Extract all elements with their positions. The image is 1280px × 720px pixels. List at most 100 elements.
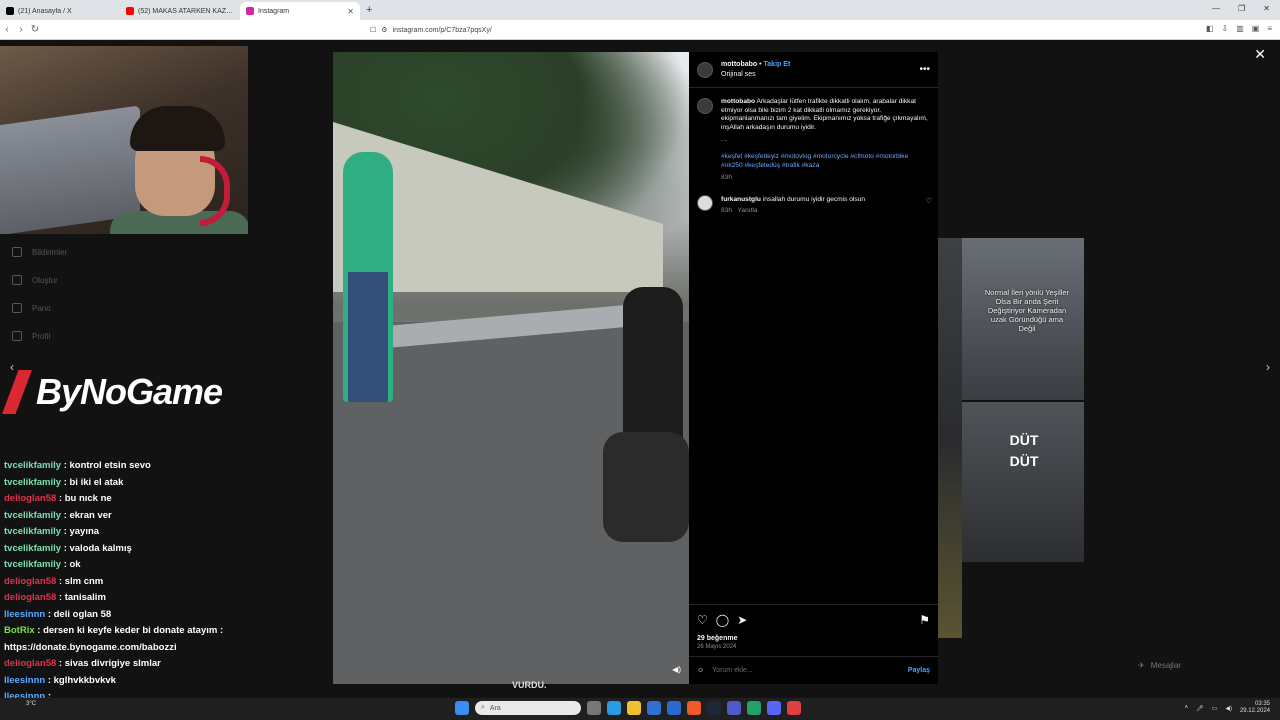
next-post-arrow-icon[interactable]: › <box>1266 360 1270 374</box>
close-tab-icon[interactable]: ✕ <box>347 7 354 16</box>
chat-username[interactable]: delioglan58 <box>4 592 56 603</box>
sidebar-item-dashboard[interactable]: Pano <box>12 294 67 322</box>
chat-username[interactable]: delioglan58 <box>4 658 56 669</box>
hair-shape <box>130 106 225 151</box>
youtube-favicon-icon <box>126 7 134 15</box>
tab-youtube[interactable]: (52) MAKAS ATARKEN KAZA! Türkiye <box>120 2 240 20</box>
reel-thumbnail[interactable] <box>938 238 962 638</box>
sidebar-item-create[interactable]: Oluştur <box>12 266 67 294</box>
task-view-icon[interactable] <box>587 701 601 715</box>
address-bar-row: ‹ › ↻ ☐ ⚙ instagram.com/p/C7bza7pqsXy/ ◧… <box>0 20 1280 40</box>
sidebar-item-notifications[interactable]: Bildirimler <box>12 238 67 266</box>
post-comment-button[interactable]: Paylaş <box>908 667 930 674</box>
wallet-icon[interactable]: ▣ <box>1252 24 1260 33</box>
teams-icon[interactable] <box>727 701 741 715</box>
motorcycle-shape <box>603 432 689 542</box>
comment-input[interactable]: Yorum ekle... <box>712 667 900 674</box>
audio-label[interactable]: Orijinal ses <box>721 70 790 80</box>
downloads-icon[interactable]: ⇩ <box>1222 24 1229 33</box>
save-icon[interactable]: ⚑ <box>919 613 930 627</box>
chat-username[interactable]: tvcelikfamily <box>4 543 61 554</box>
chat-username[interactable]: tvcelikfamily <box>4 526 61 537</box>
chat-username[interactable]: tvcelikfamily <box>4 559 61 570</box>
sidebar-icon[interactable]: ▥ <box>1236 24 1244 33</box>
like-comment-icon[interactable]: ♡ <box>926 197 932 206</box>
emoji-icon[interactable]: ☺ <box>697 667 704 674</box>
start-icon[interactable] <box>455 701 469 715</box>
close-modal-icon[interactable]: ✕ <box>1254 46 1266 63</box>
browser-icon[interactable] <box>747 701 761 715</box>
url-field[interactable]: ☐ ⚙ instagram.com/p/C7bza7pqsXy/ <box>370 23 910 37</box>
chat-username[interactable]: delioglan58 <box>4 493 56 504</box>
new-tab-button[interactable]: + <box>360 4 378 16</box>
tab-x[interactable]: (21) Anasayfa / X <box>0 2 120 20</box>
comment-icon[interactable]: ◯ <box>716 613 729 627</box>
chat-username[interactable]: lleesinnn <box>4 675 45 686</box>
tab-instagram[interactable]: Instagram ✕ <box>240 2 360 20</box>
browser-tab-bar: (21) Anasayfa / X (52) MAKAS ATARKEN KAZ… <box>0 0 1280 20</box>
hashtags[interactable]: #keşfet #keşfetteyiz #motovlog #motorcyc… <box>721 153 930 170</box>
microphone-icon[interactable]: 🎤︎ <box>1196 705 1204 712</box>
back-icon[interactable]: ‹ <box>0 24 14 35</box>
chat-message: tvcelikfamily : yayına <box>4 526 334 543</box>
chat-username[interactable]: tvcelikfamily <box>4 510 61 521</box>
brave-icon[interactable] <box>687 701 701 715</box>
store-icon[interactable] <box>647 701 661 715</box>
taskbar-search[interactable]: ⌕ Ara <box>475 701 581 715</box>
weather-widget[interactable]: 3°C <box>26 701 36 708</box>
extensions-icon[interactable]: ◧ <box>1206 24 1214 33</box>
steam-icon[interactable] <box>707 701 721 715</box>
search-icon: ⌕ <box>481 704 485 711</box>
messages-button[interactable]: ✈ Mesajlar <box>1130 652 1270 678</box>
like-icon[interactable]: ♡ <box>697 613 708 627</box>
post-video[interactable]: ◀) <box>333 52 689 684</box>
menu-icon[interactable]: ≡ <box>1267 24 1272 33</box>
sidebar-label: Pano <box>32 303 51 313</box>
mail-icon[interactable] <box>667 701 681 715</box>
follow-button[interactable]: Takip Et <box>764 61 791 68</box>
chat-username[interactable]: tvcelikfamily <box>4 460 61 471</box>
messages-icon: ✈ <box>1138 660 1145 670</box>
reel-thumbnail[interactable]: DÜT DÜT <box>962 402 1084 562</box>
chat-username[interactable]: BotRix <box>4 625 35 636</box>
chat-username[interactable]: lleesinnn <box>4 609 45 620</box>
reload-icon[interactable]: ↻ <box>28 24 42 35</box>
avatar[interactable] <box>697 194 713 211</box>
share-icon[interactable]: ➤ <box>737 613 747 627</box>
likes-count[interactable]: 29 beğenme <box>697 635 930 642</box>
avatar[interactable] <box>697 98 713 114</box>
reply-button[interactable]: Yanıtla <box>738 207 758 214</box>
browser-toolbar: ◧ ⇩ ▥ ▣ ≡ <box>1206 24 1272 33</box>
file-explorer-icon[interactable] <box>627 701 641 715</box>
separator: • <box>759 60 762 68</box>
comment-time: 83h <box>721 206 733 214</box>
avatar[interactable] <box>697 61 713 78</box>
site-info-icon[interactable]: ⚙ <box>381 26 387 34</box>
more-options-icon[interactable]: ••• <box>919 64 930 75</box>
tray-overflow-icon[interactable]: ˄ <box>1185 705 1189 711</box>
maximize-icon[interactable]: ❐ <box>1238 4 1245 13</box>
bookmark-icon[interactable]: ☐ <box>370 26 376 34</box>
caption-username[interactable]: mottobabo <box>721 98 755 105</box>
chat-username[interactable]: delioglan58 <box>4 576 56 587</box>
network-icon[interactable]: ▭ <box>1212 705 1218 712</box>
author-username[interactable]: mottobabo <box>721 61 757 68</box>
messages-label: Mesajlar <box>1150 660 1181 670</box>
forward-icon[interactable]: › <box>14 24 28 35</box>
clock[interactable]: 03:35 29.12.2024 <box>1240 701 1270 715</box>
x-favicon-icon <box>6 7 14 15</box>
prev-post-arrow-icon[interactable]: ‹ <box>10 360 14 374</box>
sidebar-item-profile[interactable]: Profil <box>12 322 67 350</box>
comment-username[interactable]: furkanustglu <box>721 196 761 203</box>
obs-icon[interactable] <box>787 701 801 715</box>
tab-title: (21) Anasayfa / X <box>18 7 72 15</box>
mute-icon[interactable]: ◀) <box>672 665 681 674</box>
minimize-icon[interactable]: — <box>1212 4 1220 13</box>
close-window-icon[interactable]: ✕ <box>1263 4 1270 13</box>
chat-text: : yayına <box>63 526 100 537</box>
reel-thumbnail[interactable]: Normal İleri yönlü Yeşiller Olsa Bir and… <box>962 238 1084 400</box>
volume-icon[interactable]: ◀) <box>1225 705 1232 712</box>
chat-username[interactable]: tvcelikfamily <box>4 477 61 488</box>
edge-icon[interactable] <box>607 701 621 715</box>
discord-icon[interactable] <box>767 701 781 715</box>
